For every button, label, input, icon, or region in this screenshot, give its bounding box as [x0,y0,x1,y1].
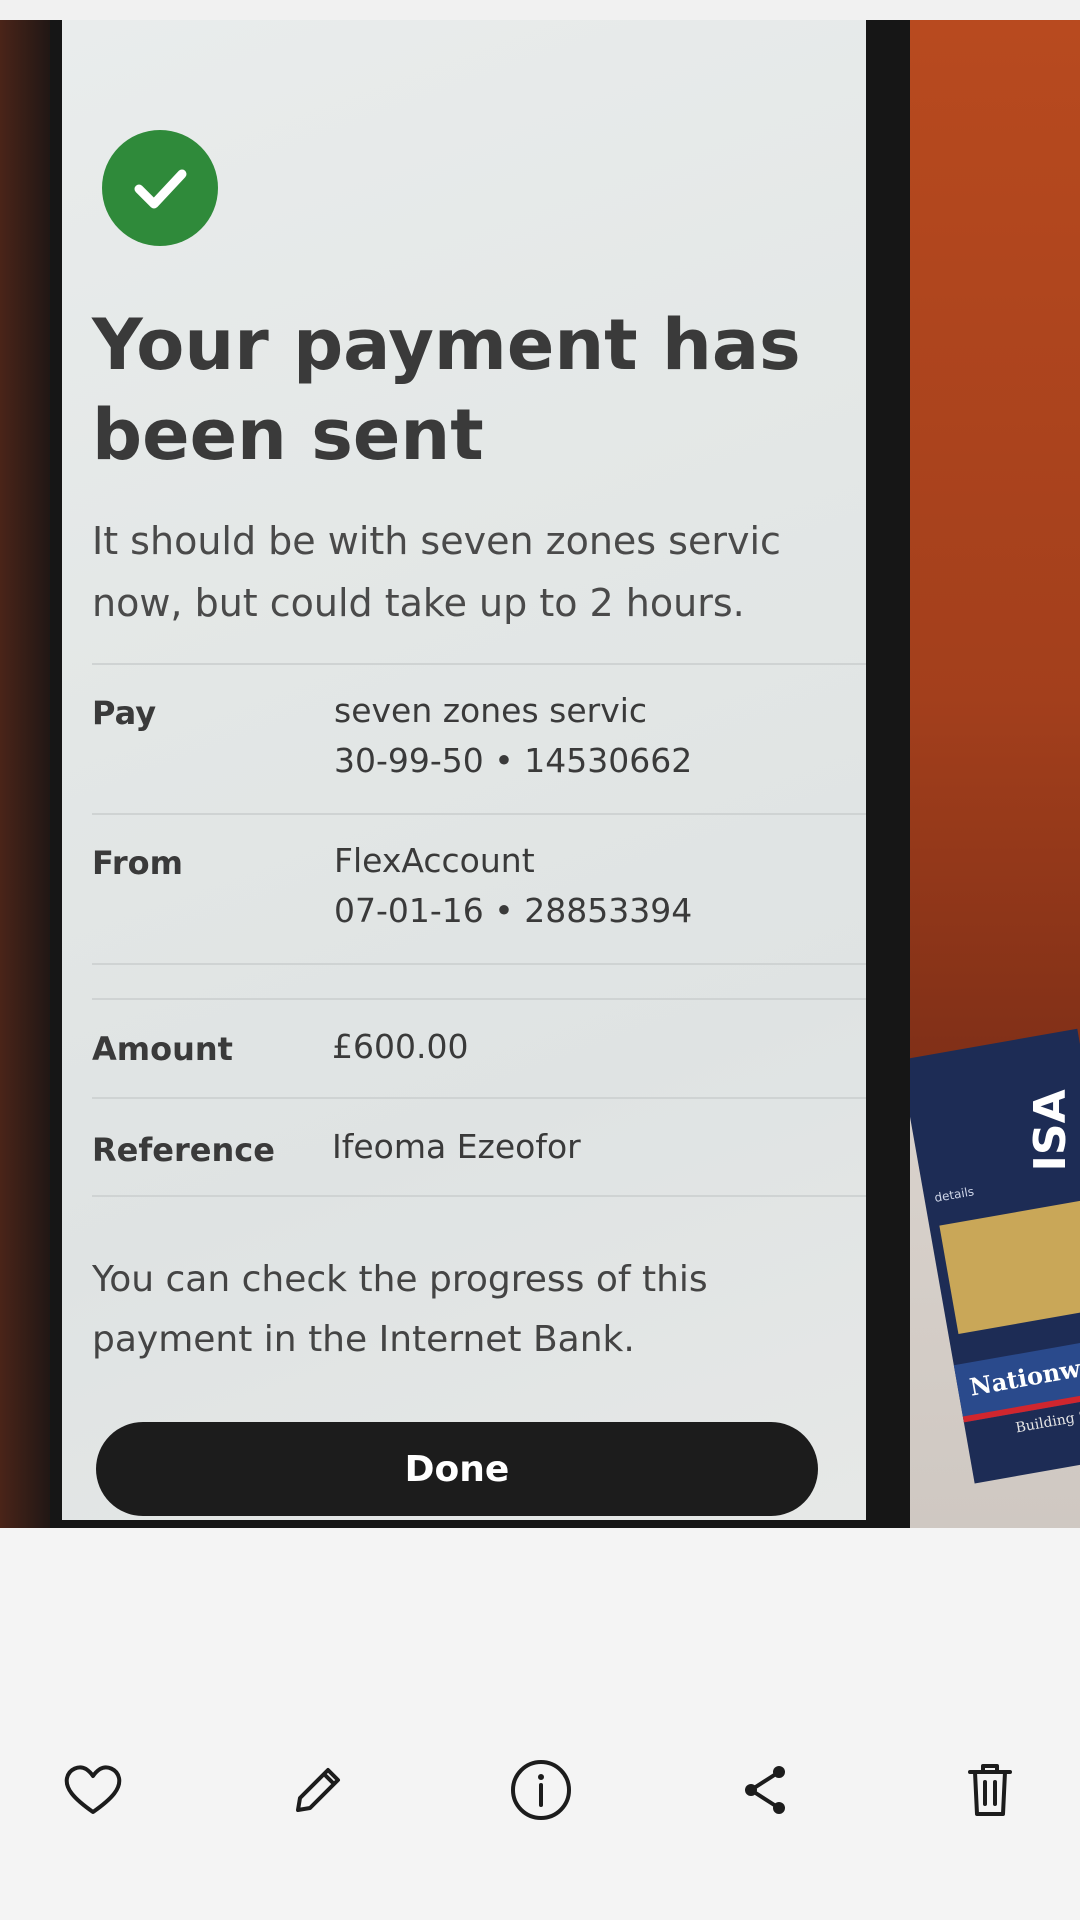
amount-value: £600.00 [332,1022,468,1072]
gallery-background [0,1528,1080,1920]
amount-label: Amount [92,1030,233,1068]
share-button[interactable] [715,1740,815,1840]
phone-screen: Your payment has been sent It should be … [62,20,866,1520]
amount: £600.00 [332,1027,469,1066]
pencil-icon [296,1768,340,1812]
info-button[interactable] [491,1740,591,1840]
divider [92,963,866,965]
delete-button[interactable] [940,1740,1040,1840]
from-account-name: FlexAccount [334,841,535,880]
done-button[interactable]: Done [96,1422,818,1516]
heart-icon [64,1765,122,1814]
divider [92,1195,866,1197]
gallery-toolbar [0,1740,1080,1840]
divider [92,998,866,1000]
edit-button[interactable] [266,1740,366,1840]
page-subtitle: It should be with seven zones servic now… [92,519,781,625]
card-badge: ISA [1025,1089,1077,1172]
divider [92,663,866,665]
from-label: From [92,844,183,882]
trash-icon [968,1764,1012,1816]
payee-account: 30-99-50 • 14530662 [334,741,693,780]
progress-note: You can check the progress of this payme… [92,1259,708,1360]
success-badge [102,130,218,246]
info-icon [511,1760,571,1820]
from-account-number: 07-01-16 • 28853394 [334,891,693,930]
favorite-button[interactable] [43,1740,143,1840]
payee-name: seven zones servic [334,691,648,730]
reference: Ifeoma Ezeofor [332,1127,581,1166]
card-chip [939,1196,1080,1335]
pay-value: seven zones servic 30-99-50 • 14530662 [334,686,692,786]
pay-label: Pay [92,694,157,732]
card-small-text: details [933,1184,976,1205]
reference-value: Ifeoma Ezeofor [332,1122,581,1172]
photo: ISA details Nationwide Building Society … [0,20,1080,1528]
from-value: FlexAccount 07-01-16 • 28853394 [334,836,692,936]
top-strip [0,0,1080,20]
page-title: Your payment has been sent [92,304,801,476]
share-icon [745,1766,785,1814]
divider [92,813,866,815]
reference-label: Reference [92,1131,275,1169]
check-icon [134,169,187,209]
divider [92,1097,866,1099]
